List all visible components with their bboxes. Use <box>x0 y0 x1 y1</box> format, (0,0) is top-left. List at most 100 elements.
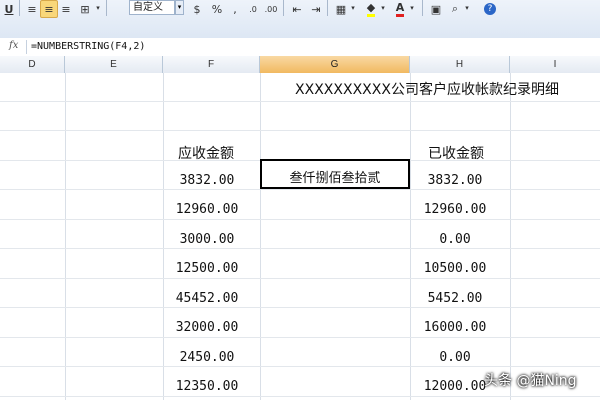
grid-line <box>260 73 261 400</box>
help-icon: ? <box>484 3 496 15</box>
chevron-down-icon: ▾ <box>381 4 385 12</box>
chevron-down-icon: ▾ <box>177 3 182 11</box>
formula-bar-divider <box>26 40 27 54</box>
increase-decimal-button[interactable]: .0 <box>244 0 262 18</box>
grid-line <box>0 396 600 397</box>
zoom-icon: ⌕ <box>451 2 459 15</box>
column-header-i[interactable]: I <box>510 56 600 73</box>
number-format-dropdown[interactable]: ▾ <box>175 0 184 15</box>
chevron-down-icon: ▾ <box>351 4 355 12</box>
align-right-icon: ≡ <box>61 2 71 16</box>
grid-line <box>0 366 600 367</box>
received-cell[interactable]: 16000.00 <box>408 320 502 335</box>
align-left-button[interactable]: ≡ <box>23 0 41 18</box>
number-format-select[interactable]: 自定义 <box>129 0 175 15</box>
receivable-cell[interactable]: 2450.00 <box>160 350 254 365</box>
header-receivable[interactable]: 应收金额 <box>178 143 234 163</box>
underline-icon: U <box>4 2 14 16</box>
decrease-decimal-icon: .00 <box>264 4 278 14</box>
ribbon-toolbar: U ≡ ≡ ≡ ⊞ ▾ 自定义 ▾ $ % , .0 .00 ⇤ ⇥ ▦ ▾ ◆… <box>0 0 600 39</box>
grid-line <box>0 219 600 220</box>
zoom-button[interactable]: ⌕ <box>446 0 464 18</box>
grid-line <box>0 248 600 249</box>
currency-button[interactable]: $ <box>188 0 206 18</box>
align-center-button[interactable]: ≡ <box>40 0 58 18</box>
chevron-down-icon: ▾ <box>465 4 469 12</box>
column-header-e[interactable]: E <box>65 56 163 73</box>
comma-button[interactable]: , <box>226 0 244 18</box>
formula-input[interactable]: =NUMBERSTRING(F4,2) <box>31 41 145 52</box>
column-header-f[interactable]: F <box>163 56 260 73</box>
zoom-dropdown[interactable]: ▾ <box>463 0 471 16</box>
comma-icon: , <box>233 2 237 16</box>
receivable-cell[interactable]: 3000.00 <box>160 232 254 247</box>
column-header-g[interactable]: G <box>260 56 410 73</box>
grid-line <box>0 337 600 338</box>
chevron-down-icon: ▾ <box>410 4 414 12</box>
picture-icon: ▣ <box>430 2 442 16</box>
watermark: 头条 @猫Ning <box>484 373 577 389</box>
toolbar-separator <box>106 0 107 16</box>
received-cell[interactable]: 5452.00 <box>408 291 502 306</box>
decrease-decimal-button[interactable]: .00 <box>262 0 280 18</box>
receivable-cell[interactable]: 12350.00 <box>160 379 254 394</box>
borders-button[interactable]: ▦ <box>332 0 350 18</box>
font-color-button[interactable]: A <box>391 0 409 18</box>
align-center-icon: ≡ <box>44 2 54 16</box>
received-cell[interactable]: 0.00 <box>408 232 502 247</box>
grid-line <box>0 130 600 131</box>
merge-center-icon: ⊞ <box>80 2 90 16</box>
receivable-cell[interactable]: 32000.00 <box>160 320 254 335</box>
sheet-title[interactable]: XXXXXXXXXX公司客户应收帐款纪录明细 <box>262 79 592 99</box>
receivable-cell[interactable]: 12960.00 <box>160 202 254 217</box>
column-headers: D E F G H I <box>0 56 600 74</box>
column-header-h[interactable]: H <box>410 56 510 73</box>
indent-increase-icon: ⇥ <box>311 2 321 16</box>
indent-decrease-icon: ⇤ <box>292 2 302 16</box>
formula-bar: fx =NUMBERSTRING(F4,2) <box>0 38 600 57</box>
received-cell[interactable]: 3832.00 <box>408 173 502 188</box>
grid-line <box>0 101 600 102</box>
toolbar-separator <box>19 0 20 16</box>
fill-color-dropdown[interactable]: ▾ <box>379 0 387 16</box>
merge-dropdown[interactable]: ▾ <box>94 0 102 16</box>
toolbar-separator <box>422 0 423 16</box>
grid-line <box>510 73 511 400</box>
merge-center-button[interactable]: ⊞ <box>76 0 94 18</box>
increase-decimal-icon: .0 <box>249 4 257 14</box>
fill-color-button[interactable]: ◆ <box>362 0 380 18</box>
grid-line <box>0 278 600 279</box>
header-received[interactable]: 已收金额 <box>428 143 484 163</box>
borders-icon: ▦ <box>335 2 347 16</box>
currency-icon: $ <box>193 2 201 16</box>
help-button[interactable]: ? <box>481 0 499 18</box>
fill-color-icon: ◆ <box>366 1 376 17</box>
receivable-cell[interactable]: 12500.00 <box>160 261 254 276</box>
toolbar-separator <box>327 0 328 16</box>
chevron-down-icon: ▾ <box>96 4 100 12</box>
underline-button[interactable]: U <box>0 0 18 18</box>
received-cell[interactable]: 0.00 <box>408 350 502 365</box>
indent-increase-button[interactable]: ⇥ <box>307 0 325 18</box>
font-color-dropdown[interactable]: ▾ <box>408 0 416 16</box>
grid-line <box>0 189 600 190</box>
grid-line <box>65 73 66 400</box>
fx-icon[interactable]: fx <box>9 40 18 51</box>
grid-line <box>0 307 600 308</box>
received-cell[interactable]: 12960.00 <box>408 202 502 217</box>
active-cell-value: 叁仟捌佰叁拾贰 <box>289 171 381 186</box>
font-color-icon: A <box>395 1 405 17</box>
received-cell[interactable]: 10500.00 <box>408 261 502 276</box>
receivable-cell[interactable]: 45452.00 <box>160 291 254 306</box>
percent-button[interactable]: % <box>208 0 226 18</box>
indent-decrease-button[interactable]: ⇤ <box>288 0 306 18</box>
align-right-button[interactable]: ≡ <box>57 0 75 18</box>
align-left-icon: ≡ <box>27 2 37 16</box>
percent-icon: % <box>211 2 223 16</box>
picture-button[interactable]: ▣ <box>427 0 445 18</box>
column-header-d[interactable]: D <box>0 56 65 73</box>
worksheet-grid[interactable]: XXXXXXXXXX公司客户应收帐款纪录明细 应收金额 已收金额 叁仟捌佰叁拾贰… <box>0 73 600 400</box>
receivable-cell[interactable]: 3832.00 <box>160 173 254 188</box>
borders-dropdown[interactable]: ▾ <box>349 0 357 16</box>
toolbar-separator <box>283 0 284 16</box>
